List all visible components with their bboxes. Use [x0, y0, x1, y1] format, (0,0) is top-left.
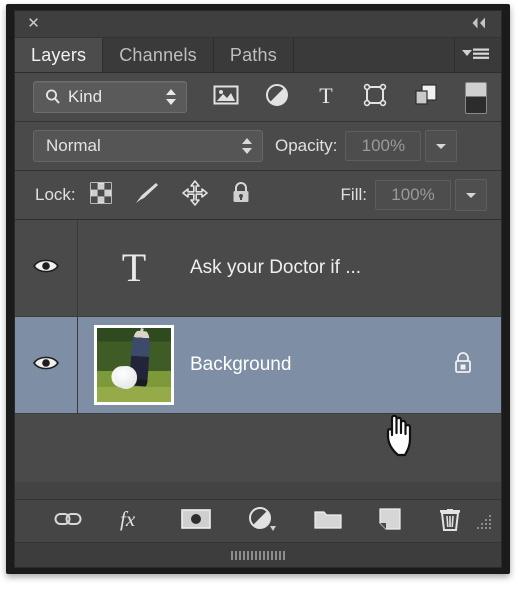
panel-titlebar: ✕ [15, 11, 501, 38]
paintbrush-icon[interactable] [134, 181, 160, 210]
layer-visibility-cell[interactable] [15, 317, 78, 413]
layer-name-background[interactable]: Background [190, 354, 451, 376]
padlock-icon[interactable] [230, 181, 252, 210]
opacity-label: Opacity: [275, 136, 338, 155]
thumbnail-image [97, 328, 171, 402]
layers-panel: ✕ Layers Channels Paths Kind T Normal Op… [14, 10, 502, 568]
blend-mode-row: Normal Opacity: 100% [15, 122, 501, 171]
opacity-dropdown-button[interactable] [425, 130, 458, 162]
move-arrows-icon[interactable] [181, 179, 208, 211]
type-layer-thumbnail: T [121, 245, 147, 290]
eye-icon[interactable] [33, 354, 59, 377]
resize-grip-icon[interactable] [471, 513, 493, 538]
tabstrip-filler [293, 38, 455, 72]
blend-mode-stepper-icon[interactable] [240, 137, 254, 160]
layers-bottom-toolbar: fx [15, 499, 501, 543]
table-row[interactable]: T Ask your Doctor if ... [15, 220, 501, 317]
shape-icon[interactable] [363, 83, 387, 112]
layer-name-text-layer[interactable]: Ask your Doctor if ... [190, 257, 501, 279]
tab-layers[interactable]: Layers [15, 38, 104, 72]
collapse-to-icons-icon[interactable] [469, 15, 489, 31]
adjustment-circle-icon[interactable] [248, 506, 278, 537]
adjustment-circle-icon[interactable] [265, 83, 289, 112]
up-down-stepper-icon[interactable] [164, 88, 178, 111]
checkerboard-icon[interactable] [89, 181, 112, 209]
tab-layers-label: Layers [31, 44, 87, 65]
new-page-icon[interactable] [378, 507, 402, 536]
drag-grabber-icon[interactable] [231, 550, 285, 560]
lock-row: Lock: Fill: 100% [15, 171, 501, 220]
svg-text:fx: fx [120, 507, 136, 531]
layer-filter-row: Kind T [15, 73, 501, 122]
layer-list: T Ask your Doctor if ... Background [15, 220, 501, 482]
svg-text:T: T [319, 83, 333, 107]
filter-kind-dropdown[interactable]: Kind [33, 81, 187, 113]
lock-buttons [89, 179, 252, 211]
photoshop-layers-panel-screenshot: ✕ Layers Channels Paths Kind T Normal Op… [0, 0, 524, 602]
magnifier-icon [44, 88, 62, 111]
filter-enable-toggle[interactable] [465, 82, 487, 114]
panel-tabs: Layers Channels Paths [15, 38, 501, 73]
layer-thumbnail-cell[interactable]: T [78, 248, 190, 288]
fx-icon[interactable]: fx [118, 507, 144, 536]
layer-thumbnail-cell[interactable] [78, 325, 190, 405]
filter-type-icons: T [213, 83, 439, 112]
panel-menu-icon[interactable] [455, 38, 501, 72]
filter-kind-label: Kind [68, 87, 103, 106]
tab-channels-label: Channels [119, 44, 197, 65]
blend-mode-dropdown[interactable]: Normal [33, 130, 263, 162]
layer-locked-padlock-icon [451, 350, 475, 381]
eye-icon[interactable] [33, 257, 59, 280]
table-row[interactable]: Background [15, 317, 501, 414]
mask-icon[interactable] [180, 507, 212, 536]
layer-visibility-cell[interactable] [15, 220, 78, 316]
smart-object-icon[interactable] [413, 83, 439, 112]
background-layer-thumbnail[interactable] [94, 325, 174, 405]
panel-resize-handle-strip[interactable] [15, 543, 501, 567]
fill-label: Fill: [340, 185, 367, 204]
opacity-input[interactable]: 100% [345, 131, 422, 161]
link-chain-icon[interactable] [54, 509, 82, 534]
close-icon[interactable]: ✕ [26, 16, 41, 31]
golf-ball-shape [114, 366, 137, 389]
lock-label: Lock: [35, 185, 76, 204]
fill-input[interactable]: 100% [375, 180, 451, 210]
tab-paths[interactable]: Paths [213, 38, 294, 72]
blend-mode-value: Normal [46, 136, 101, 155]
fill-dropdown-button[interactable] [455, 179, 487, 211]
tab-channels[interactable]: Channels [103, 38, 214, 72]
folder-icon[interactable] [314, 508, 342, 535]
type-t-icon[interactable]: T [315, 83, 337, 112]
tab-paths-label: Paths [229, 44, 277, 65]
trash-icon[interactable] [438, 506, 462, 537]
image-icon[interactable] [213, 84, 239, 111]
